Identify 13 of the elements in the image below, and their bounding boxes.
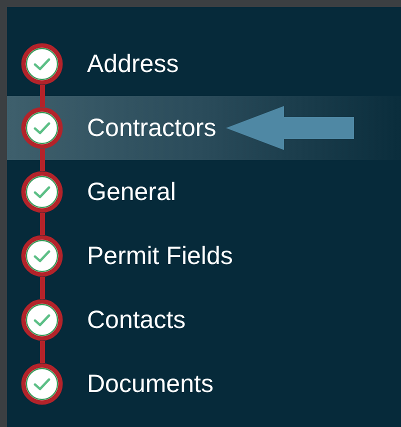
step-label: General [87, 178, 176, 206]
arrow-icon [226, 105, 356, 151]
step-label: Contacts [87, 306, 186, 334]
step-label: Contractors [87, 114, 216, 142]
step-label: Address [87, 50, 179, 78]
step-label: Permit Fields [87, 242, 233, 270]
step-item[interactable]: Address [7, 32, 401, 96]
step-label: Documents [87, 370, 214, 398]
step-item[interactable]: Contractors [7, 96, 401, 160]
step-item[interactable]: Permit Fields [7, 224, 401, 288]
step-item[interactable]: Documents [7, 352, 401, 416]
step-item[interactable]: Contacts [7, 288, 401, 352]
step-item[interactable]: General [7, 160, 401, 224]
